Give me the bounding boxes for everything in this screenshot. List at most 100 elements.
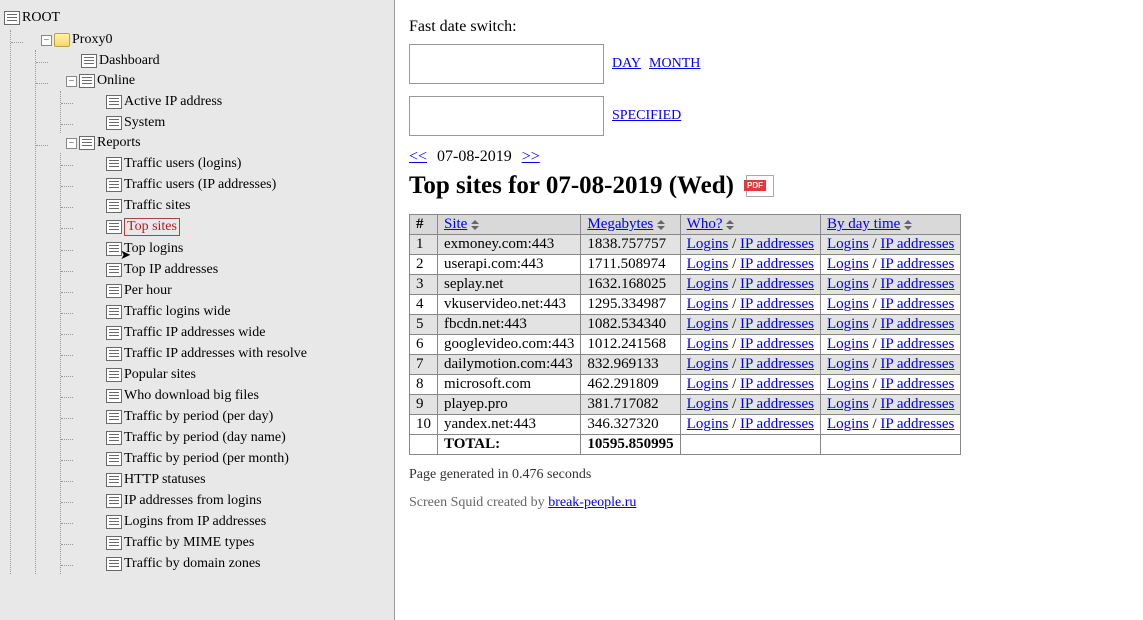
tree-root-label: ROOT [22, 10, 60, 26]
col-num[interactable]: # [410, 215, 438, 235]
tree-active-ip[interactable]: Active IP address [91, 92, 222, 112]
tree-report-item[interactable]: Traffic sites [91, 196, 191, 216]
ip-addresses-link[interactable]: IP addresses [740, 396, 814, 412]
tree-report-item[interactable]: Traffic by period (day name) [91, 428, 286, 448]
logins-link[interactable]: Logins [687, 416, 729, 432]
logins-link[interactable]: Logins [687, 296, 729, 312]
ip-addresses-link[interactable]: IP addresses [880, 396, 954, 412]
tree-report-item[interactable]: Top logins [91, 239, 183, 259]
logins-link[interactable]: Logins [827, 236, 869, 252]
col-mb[interactable]: Megabytes [581, 215, 680, 235]
col-site-link[interactable]: Site [444, 216, 467, 232]
tree-reports[interactable]: Reports [79, 133, 141, 153]
logins-link[interactable]: Logins [687, 236, 729, 252]
tree-report-item[interactable]: Traffic by period (per day) [91, 407, 273, 427]
col-bdt[interactable]: By day time [821, 215, 961, 235]
col-mb-link[interactable]: Megabytes [587, 216, 653, 232]
col-who[interactable]: Who? [680, 215, 820, 235]
collapse-toggle[interactable]: − [41, 35, 52, 46]
tree-report-item[interactable]: IP addresses from logins [91, 491, 262, 511]
tree-report-item[interactable]: HTTP statuses [91, 470, 206, 490]
logins-link[interactable]: Logins [827, 356, 869, 372]
col-who-link[interactable]: Who? [687, 216, 723, 232]
tree-report-item[interactable]: Traffic users (IP addresses) [91, 175, 276, 195]
tree-report-item[interactable]: Traffic by domain zones [91, 554, 260, 574]
logins-link[interactable]: Logins [687, 276, 729, 292]
logins-link[interactable]: Logins [827, 296, 869, 312]
logins-link[interactable]: Logins [827, 336, 869, 352]
col-site[interactable]: Site [438, 215, 581, 235]
page-icon [106, 557, 122, 571]
tree-report-item[interactable]: Top sites [91, 216, 180, 238]
collapse-toggle[interactable]: − [66, 138, 77, 149]
ip-addresses-link[interactable]: IP addresses [880, 296, 954, 312]
tree-reports-label: Reports [97, 135, 141, 151]
tree-dashboard[interactable]: Dashboard [66, 51, 160, 71]
logins-link[interactable]: Logins [827, 316, 869, 332]
logins-link[interactable]: Logins [687, 256, 729, 272]
pdf-icon[interactable] [746, 175, 774, 197]
tree-root[interactable]: ROOT [4, 8, 60, 28]
day-link[interactable]: DAY [612, 56, 641, 72]
ip-addresses-link[interactable]: IP addresses [740, 276, 814, 292]
logins-link[interactable]: Logins [827, 256, 869, 272]
ip-addresses-link[interactable]: IP addresses [880, 236, 954, 252]
ip-addresses-link[interactable]: IP addresses [740, 256, 814, 272]
ip-addresses-link[interactable]: IP addresses [740, 336, 814, 352]
tree-report-item[interactable]: Top IP addresses [91, 260, 218, 280]
ip-addresses-link[interactable]: IP addresses [880, 256, 954, 272]
ip-addresses-link[interactable]: IP addresses [880, 316, 954, 332]
logins-link[interactable]: Logins [827, 376, 869, 392]
date-prev-link[interactable]: << [409, 148, 427, 165]
cell-mb: 1838.757757 [581, 235, 680, 255]
cell-who: Logins / IP addresses [680, 355, 820, 375]
tree-report-item[interactable]: Traffic users (logins) [91, 154, 241, 174]
col-bdt-link[interactable]: By day time [827, 216, 900, 232]
tree-report-item[interactable]: Logins from IP addresses [91, 512, 266, 532]
date-next-link[interactable]: >> [522, 148, 540, 165]
tree-report-item[interactable]: Per hour [91, 281, 172, 301]
table-row: 8microsoft.com462.291809Logins / IP addr… [410, 375, 961, 395]
date-input-1[interactable] [409, 44, 604, 84]
logins-link[interactable]: Logins [827, 396, 869, 412]
month-link[interactable]: MONTH [649, 56, 700, 72]
logins-link[interactable]: Logins [687, 396, 729, 412]
ip-addresses-link[interactable]: IP addresses [880, 276, 954, 292]
ip-addresses-link[interactable]: IP addresses [880, 376, 954, 392]
logins-link[interactable]: Logins [827, 276, 869, 292]
cell-who: Logins / IP addresses [680, 375, 820, 395]
tree-report-item[interactable]: Popular sites [91, 365, 196, 385]
logins-link[interactable]: Logins [687, 376, 729, 392]
credit-link[interactable]: break-people.ru [548, 495, 636, 510]
ip-addresses-link[interactable]: IP addresses [740, 316, 814, 332]
specified-link[interactable]: SPECIFIED [612, 108, 681, 124]
current-date: 07-08-2019 [431, 148, 518, 165]
tree-report-item[interactable]: Traffic IP addresses wide [91, 323, 265, 343]
ip-addresses-link[interactable]: IP addresses [880, 356, 954, 372]
page-title: Top sites for 07-08-2019 (Wed) [409, 172, 734, 200]
date-input-2[interactable] [409, 96, 604, 136]
tree-report-item[interactable]: Who download big files [91, 386, 259, 406]
tree-proxy[interactable]: Proxy0 [54, 30, 112, 50]
cell-who: Logins / IP addresses [680, 395, 820, 415]
logins-link[interactable]: Logins [687, 356, 729, 372]
collapse-toggle[interactable]: − [66, 76, 77, 87]
tree-report-item[interactable]: Traffic IP addresses with resolve [91, 344, 307, 364]
ip-addresses-link[interactable]: IP addresses [740, 376, 814, 392]
ip-addresses-link[interactable]: IP addresses [880, 416, 954, 432]
logins-link[interactable]: Logins [687, 336, 729, 352]
ip-addresses-link[interactable]: IP addresses [740, 236, 814, 252]
logins-link[interactable]: Logins [687, 316, 729, 332]
ip-addresses-link[interactable]: IP addresses [740, 356, 814, 372]
tree-report-item[interactable]: Traffic by MIME types [91, 533, 254, 553]
tree-online[interactable]: Online [79, 71, 135, 91]
ip-addresses-link[interactable]: IP addresses [740, 296, 814, 312]
tree-report-item[interactable]: Traffic logins wide [91, 302, 231, 322]
cell-site: vkuservideo.net:443 [438, 295, 581, 315]
logins-link[interactable]: Logins [827, 416, 869, 432]
ip-addresses-link[interactable]: IP addresses [740, 416, 814, 432]
tree-system[interactable]: System [91, 113, 165, 133]
ip-addresses-link[interactable]: IP addresses [880, 336, 954, 352]
tree-report-item[interactable]: Traffic by period (per month) [91, 449, 289, 469]
cell-bdt: Logins / IP addresses [821, 295, 961, 315]
